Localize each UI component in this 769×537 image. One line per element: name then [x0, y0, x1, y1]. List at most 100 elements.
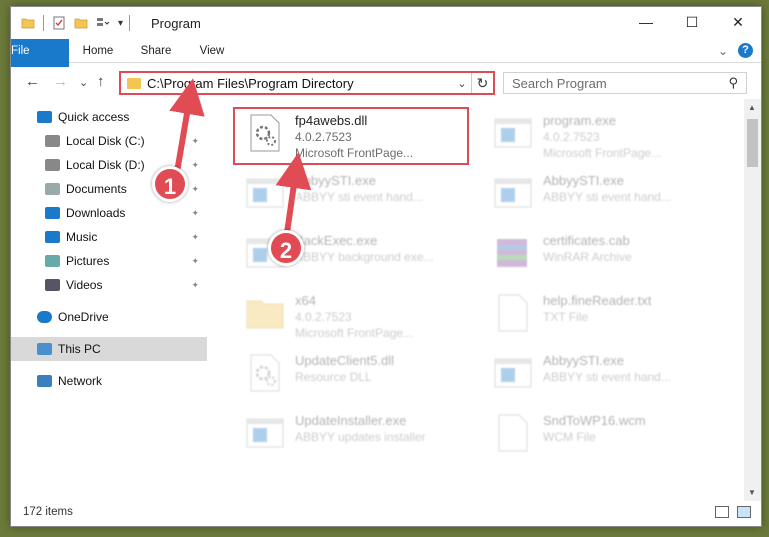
file-detail: ABBYY sti event hand...: [543, 370, 671, 384]
sidebar-item-label: Videos: [66, 278, 103, 292]
file-text: SndToWP16.wcm WCM File: [543, 411, 646, 444]
sidebar-item-label: Local Disk (C:): [66, 134, 145, 148]
address-dropdown-icon[interactable]: ⌄: [453, 77, 471, 90]
minimize-button[interactable]: —: [623, 7, 669, 37]
chevron-down-icon[interactable]: ▾: [118, 18, 123, 29]
address-bar[interactable]: C:\Program Files\Program Directory ⌄ ↻: [119, 71, 495, 95]
sidebar-item-onedrive[interactable]: OneDrive: [11, 305, 207, 329]
file-detail: 4.0.2.7523: [295, 130, 352, 144]
sidebar-item-network[interactable]: Network: [11, 369, 207, 393]
file-item[interactable]: UpdateClient5.dll Resource DLL: [243, 351, 483, 405]
file-text: help.fineReader.txt TXT File: [543, 291, 651, 324]
file-name: AbbyySTI.exe: [543, 173, 624, 188]
sidebar-item-label: OneDrive: [58, 310, 109, 324]
sidebar-item-music[interactable]: Music ✦: [11, 225, 207, 249]
vertical-scrollbar[interactable]: ▲ ▼: [744, 99, 761, 501]
pin-icon[interactable]: ✦: [191, 232, 199, 243]
file-detail: 4.0.2.7523: [295, 310, 352, 324]
file-item[interactable]: SndToWP16.wcm WCM File: [491, 411, 731, 465]
file-item[interactable]: AbbyySTI.exe ABBYY sti event hand...: [491, 171, 731, 225]
up-button[interactable]: ↑: [97, 73, 105, 90]
search-input[interactable]: Search Program: [512, 76, 728, 91]
file-name: certificates.cab: [543, 233, 630, 248]
back-button[interactable]: ←: [25, 73, 40, 90]
search-icon[interactable]: ⚲: [728, 75, 738, 91]
file-item[interactable]: AbbyySTI.exe ABBYY sti event hand...: [491, 351, 731, 405]
file-detail: TXT File: [543, 310, 589, 324]
pin-icon[interactable]: ✦: [191, 208, 199, 219]
help-icon[interactable]: ?: [738, 43, 753, 58]
quick-access-toolbar: ▾: [21, 15, 138, 31]
star-icon: [37, 111, 52, 123]
file-item[interactable]: x64 4.0.2.7523 Microsoft FrontPage...: [243, 291, 483, 345]
file-text: AbbyySTI.exe ABBYY sti event hand...: [543, 171, 671, 204]
exe-icon: [243, 411, 287, 455]
exe-icon: [491, 171, 535, 215]
customize-toolbar-icon[interactable]: [96, 16, 110, 30]
pin-icon[interactable]: ✦: [191, 136, 199, 147]
properties-icon[interactable]: [52, 16, 66, 30]
new-folder-icon[interactable]: [74, 16, 88, 30]
file-text: UpdateClient5.dll Resource DLL: [295, 351, 394, 384]
pin-icon[interactable]: ✦: [191, 280, 199, 291]
exe-icon: [491, 111, 535, 155]
file-detail: 4.0.2.7523: [543, 130, 600, 144]
maximize-button[interactable]: ☐: [669, 7, 715, 37]
search-box[interactable]: Search Program ⚲: [503, 72, 747, 94]
sidebar-item-quick-access[interactable]: Quick access: [11, 105, 207, 129]
scroll-up-icon[interactable]: ▲: [748, 103, 756, 112]
pin-icon[interactable]: ✦: [191, 256, 199, 267]
file-detail: WCM File: [543, 430, 596, 444]
sidebar-item-pictures[interactable]: Pictures ✦: [11, 249, 207, 273]
file-item[interactable]: certificates.cab WinRAR Archive: [491, 231, 731, 285]
drive-icon: [45, 159, 60, 171]
minimize-icon: —: [639, 14, 653, 30]
close-icon: ✕: [732, 13, 744, 30]
file-item[interactable]: program.exe 4.0.2.7523 Microsoft FrontPage…: [491, 111, 731, 165]
file-text: AbbyySTI.exe ABBYY sti event hand...: [295, 171, 423, 204]
file-item[interactable]: UpdateInstaller.exe ABBYY updates install…: [243, 411, 483, 465]
file-detail: ABBYY sti event hand...: [543, 190, 671, 204]
refresh-icon[interactable]: ↻: [471, 73, 493, 93]
file-item[interactable]: help.fineReader.txt TXT File: [491, 291, 731, 345]
sidebar-item-label: Downloads: [66, 206, 126, 220]
file-name: help.fineReader.txt: [543, 293, 652, 308]
tab-view[interactable]: View: [189, 39, 235, 63]
tab-share[interactable]: Share: [131, 39, 181, 63]
folder-icon[interactable]: [21, 16, 35, 30]
file-text: BackExec.exe ABBYY background exe...: [295, 231, 434, 264]
tab-home[interactable]: Home: [73, 39, 123, 63]
sidebar-item-label: Network: [58, 374, 103, 388]
pin-icon[interactable]: ✦: [191, 160, 199, 171]
sidebar-item-label: This PC: [58, 342, 101, 356]
window-title: Program: [151, 16, 201, 31]
close-button[interactable]: ✕: [715, 7, 761, 37]
address-path[interactable]: C:\Program Files\Program Directory: [147, 76, 453, 91]
documents-icon: [45, 183, 60, 195]
file-description: Microsoft FrontPage...: [543, 146, 662, 160]
ribbon-controls: ⌄ ?: [718, 43, 753, 58]
file-detail: ABBYY background exe...: [295, 250, 434, 264]
details-view-icon[interactable]: [715, 506, 729, 518]
expand-ribbon-icon[interactable]: ⌄: [718, 44, 728, 58]
sidebar-item-videos[interactable]: Videos ✦: [11, 273, 207, 297]
scroll-down-icon[interactable]: ▼: [748, 488, 756, 497]
sidebar-item-this-pc[interactable]: This PC: [11, 337, 207, 361]
scrollbar-thumb[interactable]: [747, 119, 758, 167]
file-name: BackExec.exe: [295, 233, 378, 248]
navigation-pane: Quick access Local Disk (C:) ✦ Local Disk (…: [11, 105, 207, 501]
file-detail: WinRAR Archive: [543, 250, 632, 264]
large-icons-view-icon[interactable]: [737, 506, 751, 518]
folder-icon: [243, 291, 287, 335]
sidebar-item-downloads[interactable]: Downloads ✦: [11, 201, 207, 225]
status-bar: 172 items: [11, 500, 761, 526]
recent-locations-button[interactable]: ⌄: [79, 76, 88, 89]
file-item[interactable]: fp4awebs.dll 4.0.2.7523 Microsoft FrontPag…: [243, 111, 483, 165]
pin-icon[interactable]: ✦: [191, 184, 199, 195]
sidebar-item-local-disk-c[interactable]: Local Disk (C:) ✦: [11, 129, 207, 153]
cloud-icon: [37, 311, 52, 323]
file-item[interactable]: AbbyySTI.exe ABBYY sti event hand...: [243, 171, 483, 225]
forward-button[interactable]: →: [53, 73, 68, 90]
folder-icon: [127, 77, 141, 89]
file-description: Microsoft FrontPage...: [295, 326, 414, 340]
